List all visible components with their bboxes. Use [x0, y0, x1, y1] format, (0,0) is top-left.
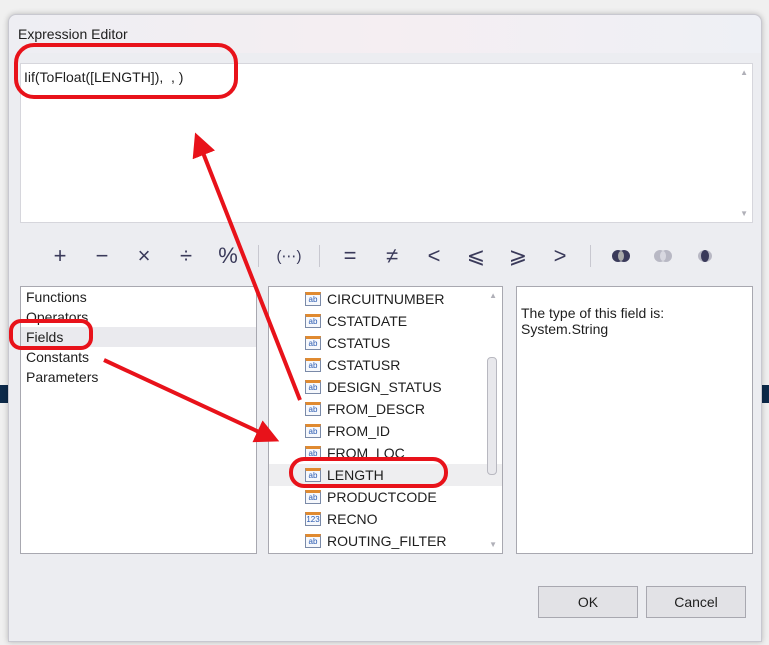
field-type-icon: ab	[305, 534, 321, 548]
field-list[interactable]: ab CIRCUITNUMBER ab CSTATDATE ab CSTATUS ab CST…	[268, 286, 503, 554]
not-icon[interactable]	[684, 243, 726, 269]
field-type-icon: ab	[305, 336, 321, 350]
separator	[590, 245, 591, 267]
and-icon[interactable]	[600, 243, 642, 269]
field-item[interactable]: ab LENGTH	[269, 464, 502, 486]
dialog-title: Expression Editor	[18, 26, 128, 42]
category-parameters[interactable]: Parameters	[21, 367, 256, 387]
modulo-button[interactable]: %	[207, 243, 249, 269]
scrollbar[interactable]: ▲ ▼	[484, 287, 502, 553]
field-type-icon: ab	[305, 402, 321, 416]
field-name: DESIGN_STATUS	[327, 379, 442, 395]
greater-than-button[interactable]: >	[539, 243, 581, 269]
field-name: FROM_LOC	[327, 445, 405, 461]
parentheses-button[interactable]: (⋯)	[268, 247, 310, 265]
operator-toolbar: + − × ÷ % (⋯) = ≠ < ⩽ ⩾ >	[39, 241, 726, 271]
field-name: ROUTING_FILTER	[327, 533, 447, 549]
ok-button[interactable]: OK	[538, 586, 638, 618]
field-name: LENGTH	[327, 467, 384, 483]
category-constants[interactable]: Constants	[21, 347, 256, 367]
expression-text: Iif(ToFloat([LENGTH]), , )	[24, 69, 184, 85]
not-equals-button[interactable]: ≠	[371, 243, 413, 269]
minus-button[interactable]: −	[81, 243, 123, 269]
equals-button[interactable]: =	[329, 243, 371, 269]
field-type-icon: ab	[305, 292, 321, 306]
field-name: CSTATDATE	[327, 313, 408, 329]
less-equal-button[interactable]: ⩽	[455, 243, 497, 269]
scroll-down-icon[interactable]: ▼	[740, 209, 748, 218]
field-name: RECNO	[327, 511, 378, 527]
field-type-icon: ab	[305, 424, 321, 438]
field-type-icon: 123	[305, 512, 321, 526]
description-panel: The type of this field is: System.String	[516, 286, 753, 554]
plus-button[interactable]: +	[39, 243, 81, 269]
scroll-thumb[interactable]	[487, 357, 497, 475]
cancel-button[interactable]: Cancel	[646, 586, 746, 618]
field-name: FROM_DESCR	[327, 401, 426, 417]
divide-button[interactable]: ÷	[165, 243, 207, 269]
field-type-icon: ab	[305, 468, 321, 482]
field-type-icon: ab	[305, 358, 321, 372]
field-type-icon: ab	[305, 380, 321, 394]
field-item[interactable]: ab FROM_DESCR	[269, 398, 502, 420]
separator	[258, 245, 259, 267]
field-type-icon: ab	[305, 314, 321, 328]
category-list[interactable]: Functions Operators Fields Constants Par…	[20, 286, 257, 554]
field-name: FROM_ID	[327, 423, 390, 439]
expression-editor-dialog: Expression Editor Iif(ToFloat([LENGTH]),…	[8, 14, 762, 642]
field-item[interactable]: ab CIRCUITNUMBER	[269, 288, 502, 310]
expression-input[interactable]: Iif(ToFloat([LENGTH]), , ) ▲ ▼	[20, 63, 753, 223]
scroll-up-icon[interactable]: ▲	[489, 291, 497, 300]
field-item[interactable]: ab CSTATUSR	[269, 354, 502, 376]
field-item[interactable]: ab ROUTING_FILTER	[269, 530, 502, 552]
scroll-up-icon[interactable]: ▲	[740, 68, 748, 77]
description-text: The type of this field is: System.String	[521, 305, 665, 337]
field-item[interactable]: ab DESIGN_STATUS	[269, 376, 502, 398]
category-fields[interactable]: Fields	[21, 327, 256, 347]
field-item[interactable]: 123 RECNO	[269, 508, 502, 530]
greater-equal-button[interactable]: ⩾	[497, 243, 539, 269]
category-functions[interactable]: Functions	[21, 287, 256, 307]
title-bar[interactable]: Expression Editor	[9, 15, 761, 53]
field-name: CSTATUS	[327, 335, 391, 351]
field-name: PRODUCTCODE	[327, 489, 437, 505]
less-than-button[interactable]: <	[413, 243, 455, 269]
field-name: CIRCUITNUMBER	[327, 291, 445, 307]
field-item[interactable]: ab FROM_LOC	[269, 442, 502, 464]
field-type-icon: ab	[305, 446, 321, 460]
field-type-icon: ab	[305, 490, 321, 504]
field-item[interactable]: ab PRODUCTCODE	[269, 486, 502, 508]
separator	[319, 245, 320, 267]
multiply-button[interactable]: ×	[123, 243, 165, 269]
category-operators[interactable]: Operators	[21, 307, 256, 327]
scroll-down-icon[interactable]: ▼	[489, 540, 497, 549]
field-item[interactable]: ab FROM_ID	[269, 420, 502, 442]
field-item[interactable]: ab CSTATUS	[269, 332, 502, 354]
field-item[interactable]: ab CSTATDATE	[269, 310, 502, 332]
or-icon[interactable]	[642, 243, 684, 269]
field-name: CSTATUSR	[327, 357, 401, 373]
